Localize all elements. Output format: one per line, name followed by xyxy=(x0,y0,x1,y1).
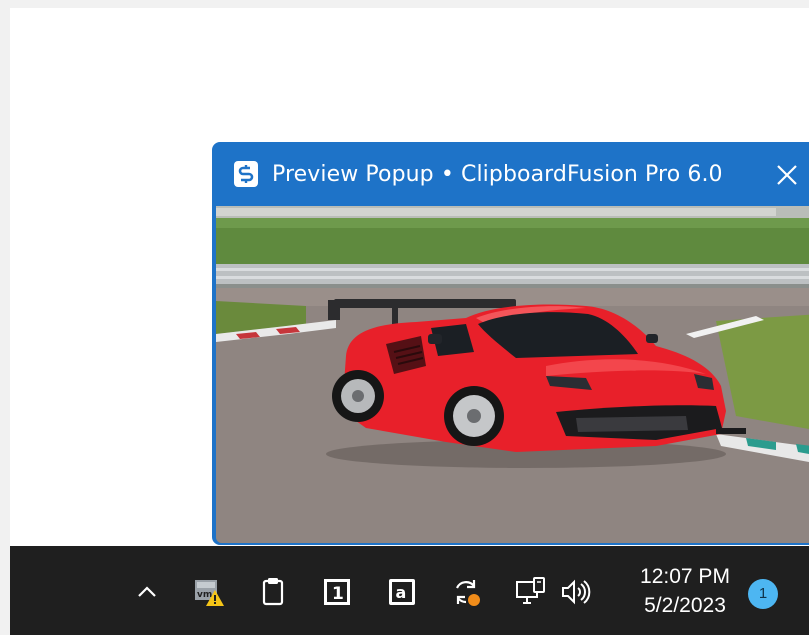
tray-sync[interactable] xyxy=(450,576,482,608)
tray-vmware[interactable]: vm xyxy=(193,576,225,608)
close-icon xyxy=(777,165,797,185)
vmware-warning-icon: vm xyxy=(195,580,224,606)
svg-text:1: 1 xyxy=(332,584,344,604)
taskbar: vm 1 a 12:07 PM 5/2/2023 1 xyxy=(10,546,809,635)
close-button[interactable] xyxy=(774,162,800,188)
volume-icon xyxy=(562,579,591,605)
clipboardfusion-icon xyxy=(234,161,258,187)
preview-image xyxy=(216,206,809,543)
tray-clipboard[interactable] xyxy=(257,576,289,608)
amazon-icon: a xyxy=(389,579,415,605)
preview-popup-window[interactable]: Preview Popup • ClipboardFusion Pro 6.0 xyxy=(212,142,809,545)
clock-time: 12:07 PM xyxy=(640,565,730,588)
clipboard-icon xyxy=(262,578,284,606)
show-hidden-icons-button[interactable] xyxy=(131,576,163,608)
svg-text:a: a xyxy=(396,583,407,602)
network-icon xyxy=(516,577,545,604)
sync-alert-icon xyxy=(455,580,480,606)
chevron-up-icon xyxy=(138,586,156,597)
popup-title: Preview Popup • ClipboardFusion Pro 6.0 xyxy=(272,162,723,187)
popup-titlebar[interactable]: Preview Popup • ClipboardFusion Pro 6.0 xyxy=(214,144,809,206)
tray-virtual-desktop[interactable]: 1 xyxy=(321,576,353,608)
tray-amazon[interactable]: a xyxy=(386,576,418,608)
clock-date: 5/2/2023 xyxy=(644,594,726,617)
tray-network[interactable] xyxy=(514,576,546,608)
notification-badge[interactable]: 1 xyxy=(748,579,778,609)
tray-volume[interactable] xyxy=(560,576,592,608)
virtual-desktop-1-icon: 1 xyxy=(324,579,350,605)
svg-text:vm: vm xyxy=(197,590,212,600)
taskbar-clock[interactable]: 12:07 PM 5/2/2023 xyxy=(620,562,750,620)
